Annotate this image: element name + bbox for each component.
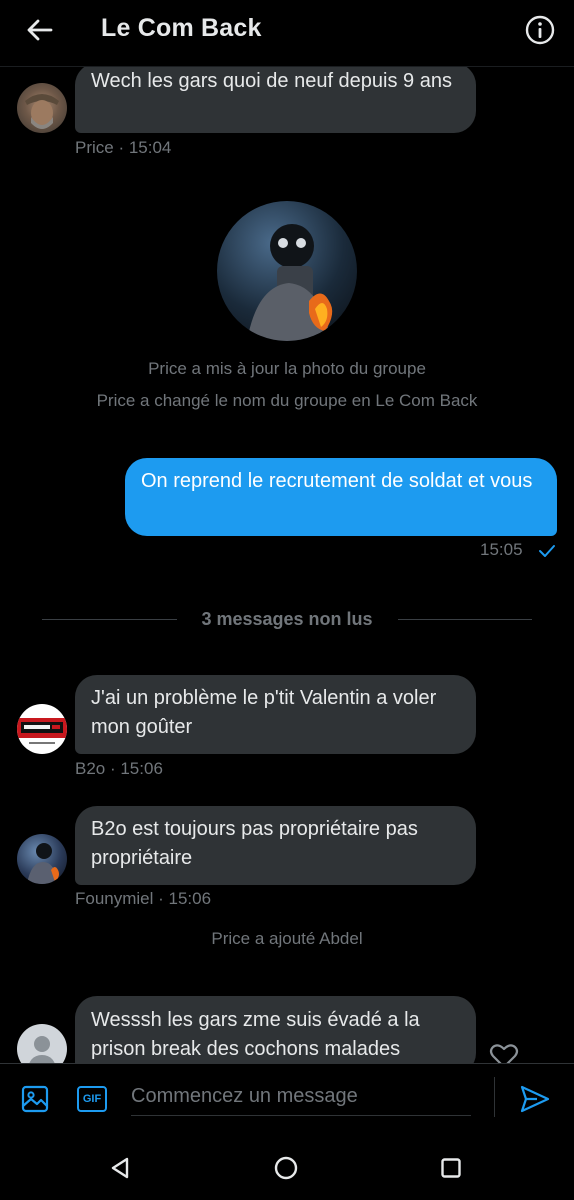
arrow-left-icon — [27, 19, 53, 41]
triangle-back-icon — [111, 1157, 129, 1179]
nav-recents-button[interactable] — [431, 1148, 471, 1188]
message-bubble[interactable]: J'ai un problème le p'tit Valentin a vol… — [75, 675, 476, 754]
message-text: On reprend le recrutement de soldat et v… — [141, 470, 533, 492]
checkmark-icon — [539, 545, 555, 557]
message-meta: B2o · 15:06 — [75, 759, 163, 778]
avatar-b2o[interactable] — [17, 704, 67, 754]
message-text: Wech les gars quoi de neuf depuis 9 ans — [91, 70, 452, 92]
system-message-photo-update: Price a mis à jour la photo du groupe — [148, 359, 426, 378]
system-message-added: Price a ajouté Abdel — [211, 929, 363, 948]
message-bubble-outgoing[interactable]: On reprend le recrutement de soldat et v… — [125, 458, 557, 536]
message-time: 15:05 — [480, 540, 523, 559]
info-circle-icon — [525, 15, 555, 45]
send-icon — [520, 1085, 550, 1113]
nav-home-button[interactable] — [266, 1148, 306, 1188]
add-gif-button[interactable]: GIF — [72, 1079, 112, 1119]
conversation-title: Le Com Back — [101, 14, 262, 42]
back-button[interactable] — [20, 12, 60, 48]
group-photo-image — [247, 224, 333, 341]
message-meta: Founymiel · 15:06 — [75, 889, 212, 908]
divider-line-right — [398, 619, 532, 620]
conversation-header: Le Com Back — [0, 0, 574, 67]
circle-home-icon — [274, 1156, 298, 1180]
composer-separator — [494, 1077, 495, 1117]
gif-label: GIF — [82, 1093, 102, 1105]
avatar-image — [17, 718, 67, 744]
info-button[interactable] — [522, 12, 558, 48]
message-text: Wesssh les gars zme suis évadé a la pris… — [91, 1009, 420, 1060]
message-text: J'ai un problème le p'tit Valentin a vol… — [91, 687, 437, 738]
group-photo[interactable] — [217, 201, 357, 341]
gif-icon: GIF — [77, 1086, 107, 1112]
message-text: B2o est toujours pas propriétaire pas pr… — [91, 818, 418, 869]
avatar-image — [27, 843, 59, 884]
send-button[interactable] — [514, 1079, 556, 1119]
message-input[interactable] — [131, 1077, 471, 1116]
message-bubble[interactable]: B2o est toujours pas propriétaire pas pr… — [75, 806, 476, 885]
image-icon — [21, 1085, 49, 1113]
nav-back-button[interactable] — [100, 1148, 140, 1188]
system-message-name-change: Price a changé le nom du groupe en Le Co… — [96, 391, 478, 410]
square-recents-icon — [441, 1158, 461, 1178]
message-bubble[interactable]: Wech les gars quoi de neuf depuis 9 ans — [75, 63, 476, 133]
avatar-founymiel[interactable] — [17, 834, 67, 884]
add-image-button[interactable] — [15, 1079, 55, 1119]
avatar-image — [25, 94, 59, 129]
message-meta: Price · 15:04 — [75, 138, 172, 157]
avatar-price[interactable] — [17, 83, 67, 133]
